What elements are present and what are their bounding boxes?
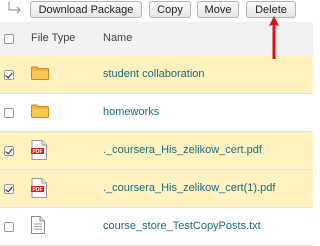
select-all-checkbox[interactable]: [4, 34, 14, 44]
table-row: PDF ._coursera_His_zelikow_cert.pdf: [0, 132, 313, 170]
table-header: File Type Name: [0, 22, 313, 57]
move-button[interactable]: Move: [197, 1, 239, 18]
row-checkbox[interactable]: [4, 108, 14, 118]
row-checkbox[interactable]: [4, 70, 14, 80]
table-row: PDF ._coursera_His_zelikow_cert(1).pdf: [0, 170, 313, 208]
folder-icon: [31, 104, 49, 118]
pdf-file-icon: PDF: [31, 178, 47, 198]
table-row: homeworks: [0, 94, 313, 132]
select-arrow-icon: [8, 2, 21, 14]
file-name-link[interactable]: ._coursera_His_zelikow_cert(1).pdf: [103, 182, 275, 194]
download-package-button[interactable]: Download Package: [30, 1, 142, 18]
column-header-name[interactable]: Name: [103, 32, 132, 44]
text-file-icon: [31, 216, 45, 234]
toolbar: Download Package Copy Move Delete: [0, 0, 313, 20]
file-name-link[interactable]: ._coursera_His_zelikow_cert.pdf: [103, 144, 262, 156]
folder-icon: [31, 66, 49, 80]
copy-button[interactable]: Copy: [149, 1, 191, 18]
row-checkbox[interactable]: [4, 184, 14, 194]
file-name-link[interactable]: student collaboration: [103, 68, 205, 80]
annotation-arrow-icon: [269, 16, 279, 59]
svg-text:PDF: PDF: [33, 187, 43, 193]
pdf-file-icon: PDF: [31, 140, 47, 160]
file-name-link[interactable]: homeworks: [103, 106, 159, 118]
table-row: course_store_TestCopyPosts.txt: [0, 208, 313, 246]
file-name-link[interactable]: course_store_TestCopyPosts.txt: [103, 220, 261, 232]
row-checkbox[interactable]: [4, 146, 14, 156]
column-header-file-type[interactable]: File Type: [31, 32, 75, 44]
table-row: student collaboration: [0, 56, 313, 94]
svg-text:PDF: PDF: [33, 149, 43, 155]
row-checkbox[interactable]: [4, 222, 14, 232]
